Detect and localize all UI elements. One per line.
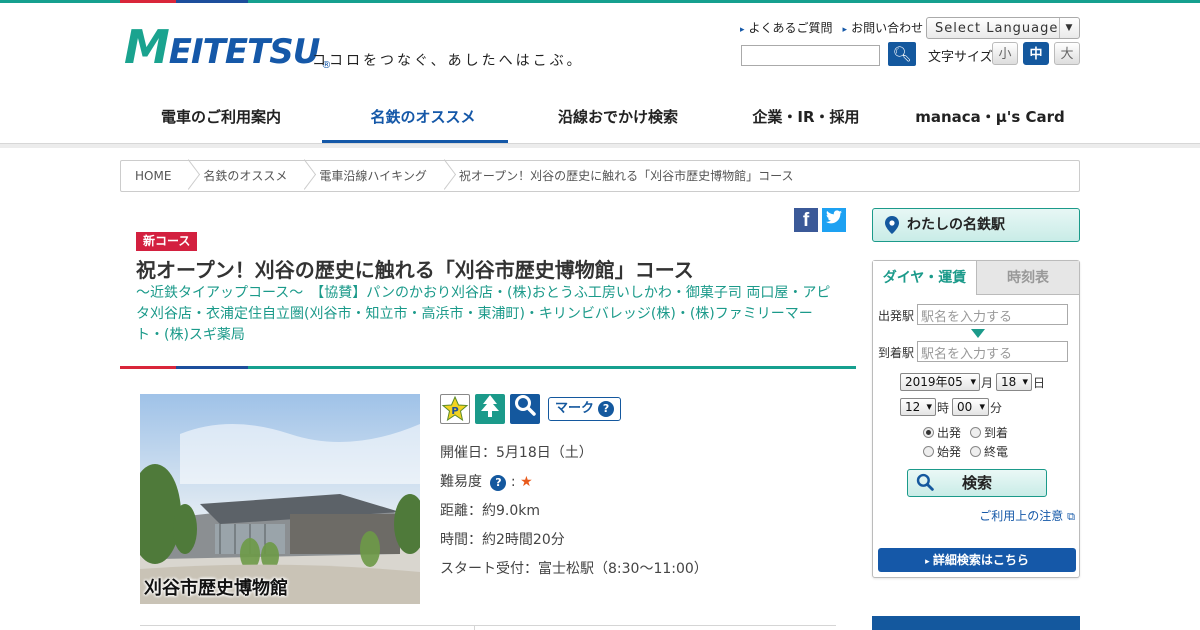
course-mark-icons: P マーク ? xyxy=(440,394,622,424)
radio-arrive-dot xyxy=(970,427,981,438)
day-unit: 日 xyxy=(1033,376,1046,390)
content-divider xyxy=(120,366,856,369)
to-station-input[interactable]: 駅名を入力する xyxy=(917,341,1068,362)
usage-notice-link[interactable]: ご利用上の注意 ⧉ xyxy=(979,507,1075,524)
from-station-input[interactable]: 駅名を入力する xyxy=(917,304,1068,325)
month-unit: 月 xyxy=(981,376,994,390)
main-nav: 電車のご利用案内 名鉄のオススメ 沿線おでかけ検索 企業・IR・採用 manac… xyxy=(120,97,1080,144)
facebook-share-icon[interactable]: f xyxy=(794,208,818,232)
route-search-button[interactable]: 検索 xyxy=(907,469,1047,497)
arrow-down-icon xyxy=(971,329,985,338)
radio-depart[interactable]: 出発 xyxy=(923,424,961,441)
search-mark-icon xyxy=(510,394,540,424)
my-station-button[interactable]: わたしの名鉄駅 xyxy=(872,208,1080,242)
difficulty-stars: ★ xyxy=(520,474,533,490)
hour-unit: 時 xyxy=(937,401,950,415)
utility-links: よくあるご質問 お問い合わせ xyxy=(740,19,924,36)
event-date: 開催日：5月18日（土） xyxy=(440,445,593,461)
search-icon xyxy=(916,473,934,499)
site-search-input[interactable] xyxy=(741,45,880,66)
logo-wordmark: MEITETSU xyxy=(124,20,320,74)
mark-legend-label: マーク xyxy=(555,401,595,416)
help-icon: ? xyxy=(598,401,615,417)
course-photo: 刈谷市歴史博物館 xyxy=(140,394,420,604)
breadcrumb: HOME 名鉄のオススメ 電車沿線ハイキング 祝オープン！刈谷の歴史に触れる「刈… xyxy=(120,160,1080,192)
top-color-strip xyxy=(0,0,1200,3)
route-tabs: ダイヤ・運賃 時刻表 xyxy=(873,261,1079,295)
font-size-small-button[interactable]: 小 xyxy=(992,42,1018,65)
nav-item-outing-search[interactable]: 沿線おでかけ検索 xyxy=(524,97,712,144)
location-pin-icon xyxy=(885,216,899,234)
nav-item-train-guide[interactable]: 電車のご利用案内 xyxy=(120,97,322,144)
external-link-icon: ⧉ xyxy=(1067,510,1075,523)
site-search-button[interactable]: 🔍︎ xyxy=(888,42,916,66)
my-station-label: わたしの名鉄駅 xyxy=(907,217,1005,233)
hour-select[interactable]: 12 xyxy=(900,398,936,416)
course-subtitle: ～近鉄タイアップコース～ 【協賛】パンのかおり刈谷店・(株)おとうふ工房いしかわ… xyxy=(136,285,831,343)
radio-last-train[interactable]: 終電 xyxy=(970,443,1008,460)
chevron-right-icon: ▸ xyxy=(925,557,933,567)
museum-photo-illustration xyxy=(140,394,420,604)
page-title: 祝オープン！刈谷の歴史に触れる「刈谷市歴史博物館」コース xyxy=(136,258,694,282)
nav-band xyxy=(0,144,1200,148)
from-station-label: 出発駅 xyxy=(878,309,915,323)
nav-item-corporate[interactable]: 企業・IR・採用 xyxy=(712,97,900,144)
faq-link[interactable]: よくあるご質問 xyxy=(740,19,833,36)
difficulty-label: 難易度 xyxy=(440,474,482,490)
year-month-select[interactable]: 2019年05 xyxy=(900,373,980,391)
font-size-label: 文字サイズ xyxy=(928,50,993,65)
detail-search-button[interactable]: ▸ 詳細検索はこちら xyxy=(878,548,1076,572)
photo-caption: 刈谷市歴史博物館 xyxy=(144,578,288,599)
new-course-badge: 新コース xyxy=(136,232,198,251)
radio-last-dot xyxy=(970,446,981,457)
day-select[interactable]: 18 xyxy=(996,373,1032,391)
nav-item-recommend[interactable]: 名鉄のオススメ xyxy=(322,97,524,144)
tab-timetable[interactable]: 時刻表 xyxy=(976,261,1079,295)
route-search-label: 検索 xyxy=(961,474,992,492)
course-distance: 距離：約9.0km xyxy=(440,503,541,519)
route-search-panel: ダイヤ・運賃 時刻表 出発駅 駅名を入力する 到着駅 駅名を入力する 2019年… xyxy=(872,260,1080,578)
difficulty-help-icon[interactable]: ? xyxy=(490,475,507,491)
tree-icon xyxy=(475,394,505,424)
nav-item-manaca[interactable]: manaca・μ's Card xyxy=(900,97,1080,144)
parking-star-icon: P xyxy=(440,394,470,424)
search-icon: 🔍︎ xyxy=(892,45,912,63)
radio-first-train[interactable]: 始発 xyxy=(923,443,961,460)
difficulty-row: 難易度 ? : ★ xyxy=(440,474,533,491)
font-size-large-button[interactable]: 大 xyxy=(1054,42,1080,65)
radio-depart-dot xyxy=(923,427,934,438)
mark-legend-button[interactable]: マーク ? xyxy=(548,397,622,421)
language-select-label: Select Language xyxy=(935,21,1059,36)
to-station-label: 到着駅 xyxy=(878,346,915,360)
minute-unit: 分 xyxy=(990,401,1003,415)
chevron-down-icon: ▼ xyxy=(1059,18,1079,38)
tab-fare[interactable]: ダイヤ・運賃 xyxy=(873,261,976,295)
table-rule xyxy=(140,625,836,626)
breadcrumb-current: 祝オープン！刈谷の歴史に触れる「刈谷市歴史博物館」コース xyxy=(443,161,810,191)
meitetsu-logo[interactable]: MEITETSU ® xyxy=(124,22,331,77)
tagline: ココロをつなぐ、あしたへはこぶ。 xyxy=(312,53,584,69)
course-start: スタート受付：富士松駅（8:30～11:00） xyxy=(440,561,708,577)
font-size-medium-button[interactable]: 中 xyxy=(1023,42,1049,65)
contact-link[interactable]: お問い合わせ xyxy=(843,19,923,36)
table-column-rule xyxy=(474,625,475,630)
radio-arrive[interactable]: 到着 xyxy=(970,424,1008,441)
radio-first-dot xyxy=(923,446,934,457)
breadcrumb-recommend[interactable]: 名鉄のオススメ xyxy=(187,161,303,191)
twitter-share-icon[interactable] xyxy=(822,208,846,232)
course-time: 時間：約2時間20分 xyxy=(440,532,565,548)
breadcrumb-hiking[interactable]: 電車沿線ハイキング xyxy=(303,161,442,191)
svg-text:P: P xyxy=(451,406,458,417)
sidebar-next-block xyxy=(872,616,1080,630)
language-select[interactable]: Select Language ▼ xyxy=(926,17,1080,39)
minute-select[interactable]: 00 xyxy=(952,398,989,416)
